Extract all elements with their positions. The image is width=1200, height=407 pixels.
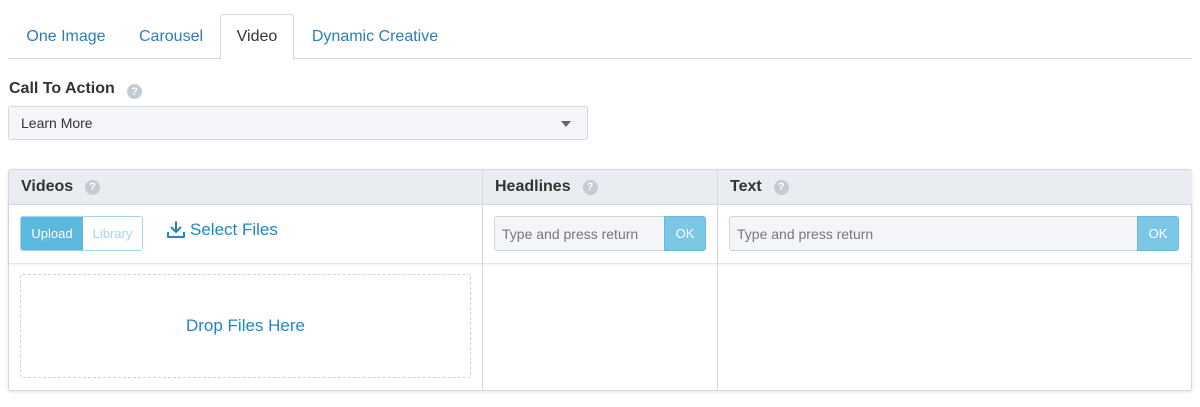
headline-input-group: OK — [494, 216, 706, 251]
tab-one-image[interactable]: One Image — [22, 14, 110, 59]
select-files-button[interactable]: Select Files — [166, 220, 278, 240]
tab-dynamic-creative[interactable]: Dynamic Creative — [308, 14, 442, 59]
creative-grid: Videos ? Upload Library Select Files Dro… — [8, 169, 1192, 391]
library-toggle-button[interactable]: Library — [83, 217, 142, 250]
text-toolbar: OK — [718, 205, 1192, 264]
headline-input[interactable] — [494, 216, 664, 251]
help-icon[interactable]: ? — [773, 179, 789, 195]
upload-toggle-button[interactable]: Upload — [21, 217, 83, 250]
text-column: Text ? OK — [717, 170, 1192, 390]
creative-format-tabs: One Image Carousel Video Dynamic Creativ… — [8, 14, 1192, 60]
headlines-column: Headlines ? OK — [482, 170, 717, 390]
dropzone-label: Drop Files Here — [185, 316, 306, 335]
cta-select[interactable]: Learn More — [8, 106, 588, 140]
tab-video[interactable]: Video — [220, 14, 294, 60]
text-header: Text ? — [718, 170, 1192, 205]
headlines-title: Headlines — [495, 178, 571, 195]
videos-toolbar: Upload Library Select Files — [9, 205, 482, 264]
text-ok-button[interactable]: OK — [1137, 216, 1179, 251]
drop-files-zone[interactable]: Drop Files Here — [20, 274, 471, 378]
videos-title: Videos — [21, 178, 74, 195]
headline-ok-button[interactable]: OK — [664, 216, 706, 251]
text-input-group: OK — [729, 216, 1179, 251]
help-icon[interactable]: ? — [582, 179, 598, 195]
cta-label: Call To Action — [9, 80, 115, 97]
headlines-toolbar: OK — [483, 205, 717, 264]
text-title: Text — [730, 178, 762, 195]
videos-header: Videos ? — [9, 170, 482, 205]
tab-carousel[interactable]: Carousel — [132, 14, 210, 59]
text-input[interactable] — [729, 216, 1137, 251]
download-icon — [167, 221, 185, 238]
videos-column: Videos ? Upload Library Select Files Dro… — [9, 170, 482, 390]
cta-selected-value: Learn More — [21, 115, 93, 131]
chevron-down-icon — [561, 121, 571, 127]
headlines-header: Headlines ? — [483, 170, 717, 205]
help-icon[interactable]: ? — [85, 179, 101, 195]
select-files-label: Select Files — [190, 220, 278, 239]
source-toggle: Upload Library — [20, 216, 143, 251]
help-icon[interactable]: ? — [127, 84, 142, 99]
